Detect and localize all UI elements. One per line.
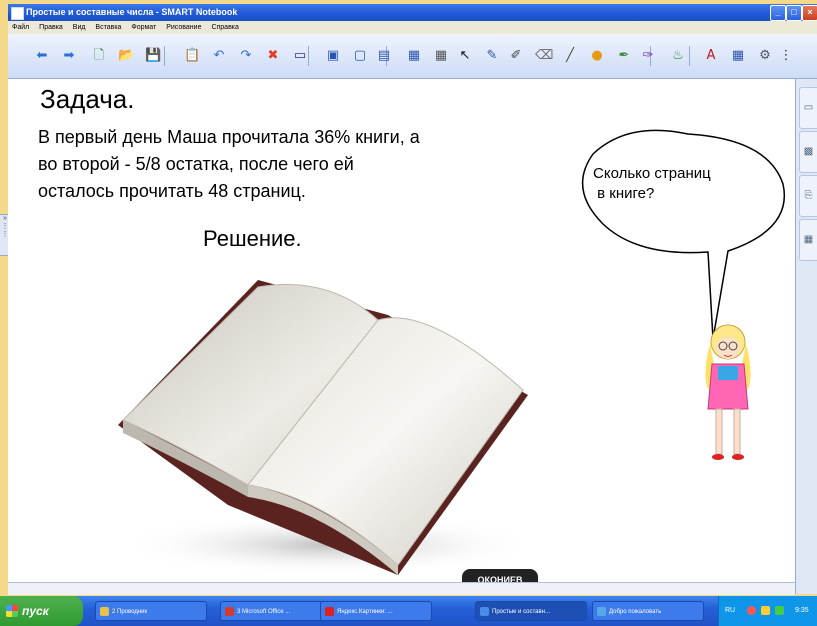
window-titlebar[interactable]: Простые и составные числа - SMART Notebo… [8, 4, 817, 21]
magic-pen-icon[interactable]: ✒ [616, 48, 632, 64]
properties-icon[interactable]: ▦ [730, 48, 746, 64]
side-panel: ▭ ▩ ⎘ ▦ [795, 79, 817, 594]
toolbar-separator [689, 46, 690, 66]
taskbar-button-label: Простые и составн... [492, 609, 550, 615]
redo-icon[interactable]: ↷ [238, 48, 254, 64]
speech-bubble [581, 129, 785, 339]
main-toolbar: ⬅ ➡ 🗋 📂 💾 📋 ↶ ↷ ✖ ▭ ▣ ▢ ▤ ▦ ▦ ↖ ✎ ✐ ⌫ ╱ ● ✒ ✑ ♨ A ▦ ⚙ ⋮ [8, 34, 817, 79]
capture-icon[interactable]: ▤ [376, 48, 392, 64]
bubble-line: в книге? [593, 185, 655, 202]
creative-pen-icon[interactable]: ✐ [508, 48, 524, 64]
menu-insert[interactable]: Вставка [95, 24, 121, 31]
more-tools-icon[interactable]: ⋮ [778, 48, 794, 64]
taskbar-button[interactable]: Добро пожаловать [592, 601, 704, 621]
menu-draw[interactable]: Рисование [166, 24, 201, 31]
taskbar-button-label: 2 Проводник [112, 609, 148, 615]
toolbar-options-icon[interactable]: ⚙ [757, 48, 773, 64]
clock: 9:35 [795, 607, 809, 614]
document-camera-icon[interactable]: ▦ [406, 48, 422, 64]
girl-character-image [705, 324, 751, 460]
table-icon[interactable]: ▦ [433, 48, 449, 64]
forward-arrow-icon[interactable]: ➡ [61, 48, 77, 64]
language-indicator[interactable]: RU [725, 596, 735, 626]
page-sorter-icon[interactable]: ▭ [799, 87, 817, 129]
taskbar-button-label: Яндекс.Картинки: ... [337, 609, 393, 615]
back-arrow-icon[interactable]: ⬅ [34, 48, 50, 64]
window-title: Простые и составные числа - SMART Notebo… [26, 7, 238, 17]
shapes-icon[interactable]: ● [589, 48, 605, 64]
minimize-button[interactable]: _ [770, 5, 786, 21]
taskbar-app-icon [597, 607, 606, 616]
menu-file[interactable]: Файл [12, 24, 29, 31]
display-icon[interactable]: ▢ [352, 48, 368, 64]
windows-taskbar: пуск 2 Проводник 3 Microsoft Office ... Ян… [0, 596, 817, 626]
add-page-icon[interactable]: 🗋 [91, 48, 107, 64]
taskbar-app-icon [225, 607, 234, 616]
solution-label: Решение. [203, 226, 302, 251]
tray-icon[interactable] [761, 606, 770, 615]
taskbar-button[interactable]: 2 Проводник [95, 601, 207, 621]
save-icon[interactable]: 💾 [145, 48, 161, 64]
problem-text: В первый день Маша прочитала 36% книги, … [38, 124, 598, 205]
menu-edit[interactable]: Правка [39, 24, 63, 31]
system-tray: RU 9:35 [718, 596, 817, 626]
watermark-logo: ОКОНИЕВ [462, 569, 538, 582]
delete-icon[interactable]: ✖ [265, 48, 281, 64]
line-icon[interactable]: ╱ [562, 48, 578, 64]
gallery-icon[interactable]: ▩ [799, 131, 817, 173]
horizontal-scrollbar[interactable] [8, 582, 795, 595]
taskbar-button-label: 3 Microsoft Office ... [237, 609, 291, 615]
task-heading: Задача. [40, 84, 135, 114]
problem-line: во второй - 5/8 остатка, после чего ей [38, 154, 354, 174]
bubble-line: Сколько страниц [593, 165, 711, 182]
paste-icon[interactable]: 📋 [184, 48, 200, 64]
taskbar-button[interactable]: Яндекс.Картинки: ... [320, 601, 432, 621]
menu-bar: Файл Правка Вид Вставка Формат Рисование… [8, 21, 817, 34]
close-button[interactable]: × [802, 5, 817, 21]
open-folder-icon[interactable]: 📂 [118, 48, 134, 64]
pen-icon[interactable]: ✎ [484, 48, 500, 64]
properties-tab-icon[interactable]: ▦ [799, 219, 817, 261]
taskbar-button[interactable]: Простые и составн... [475, 601, 587, 621]
start-button[interactable]: пуск [0, 596, 83, 626]
fill-icon[interactable]: ♨ [670, 48, 686, 64]
screen-shade-icon[interactable]: ▭ [292, 48, 308, 64]
taskbar-app-icon [480, 607, 489, 616]
shape-recognition-pen-icon[interactable]: ✑ [640, 48, 656, 64]
open-book-image [118, 280, 538, 575]
maximize-button[interactable]: □ [786, 5, 802, 21]
attachments-icon[interactable]: ⎘ [799, 175, 817, 217]
problem-line: В первый день Маша прочитала 36% книги, … [38, 127, 420, 147]
tray-icon[interactable] [775, 606, 784, 615]
text-icon[interactable]: A [703, 48, 719, 64]
menu-view[interactable]: Вид [73, 24, 86, 31]
toolbar-separator [164, 46, 165, 66]
bubble-text: Сколько страниц в книге? [593, 164, 763, 204]
undo-icon[interactable]: ↶ [211, 48, 227, 64]
tray-icon[interactable] [747, 606, 756, 615]
eraser-icon[interactable]: ⌫ [535, 48, 553, 64]
app-icon [11, 7, 24, 20]
menu-format[interactable]: Формат [131, 24, 156, 31]
taskbar-button[interactable]: 3 Microsoft Office ... [220, 601, 332, 621]
menu-help[interactable]: Справка [211, 24, 238, 31]
select-pointer-icon[interactable]: ↖ [457, 48, 473, 64]
taskbar-app-icon [325, 607, 334, 616]
slide-canvas[interactable]: Задача. В первый день Маша прочитала 36%… [8, 79, 795, 582]
problem-line: осталось прочитать 48 страниц. [38, 181, 306, 201]
taskbar-app-icon [100, 607, 109, 616]
taskbar-button-label: Добро пожаловать [609, 609, 662, 615]
full-screen-icon[interactable]: ▣ [325, 48, 341, 64]
start-label: пуск [22, 604, 49, 618]
windows-logo-icon [6, 605, 18, 617]
toolbar-separator [308, 46, 309, 66]
